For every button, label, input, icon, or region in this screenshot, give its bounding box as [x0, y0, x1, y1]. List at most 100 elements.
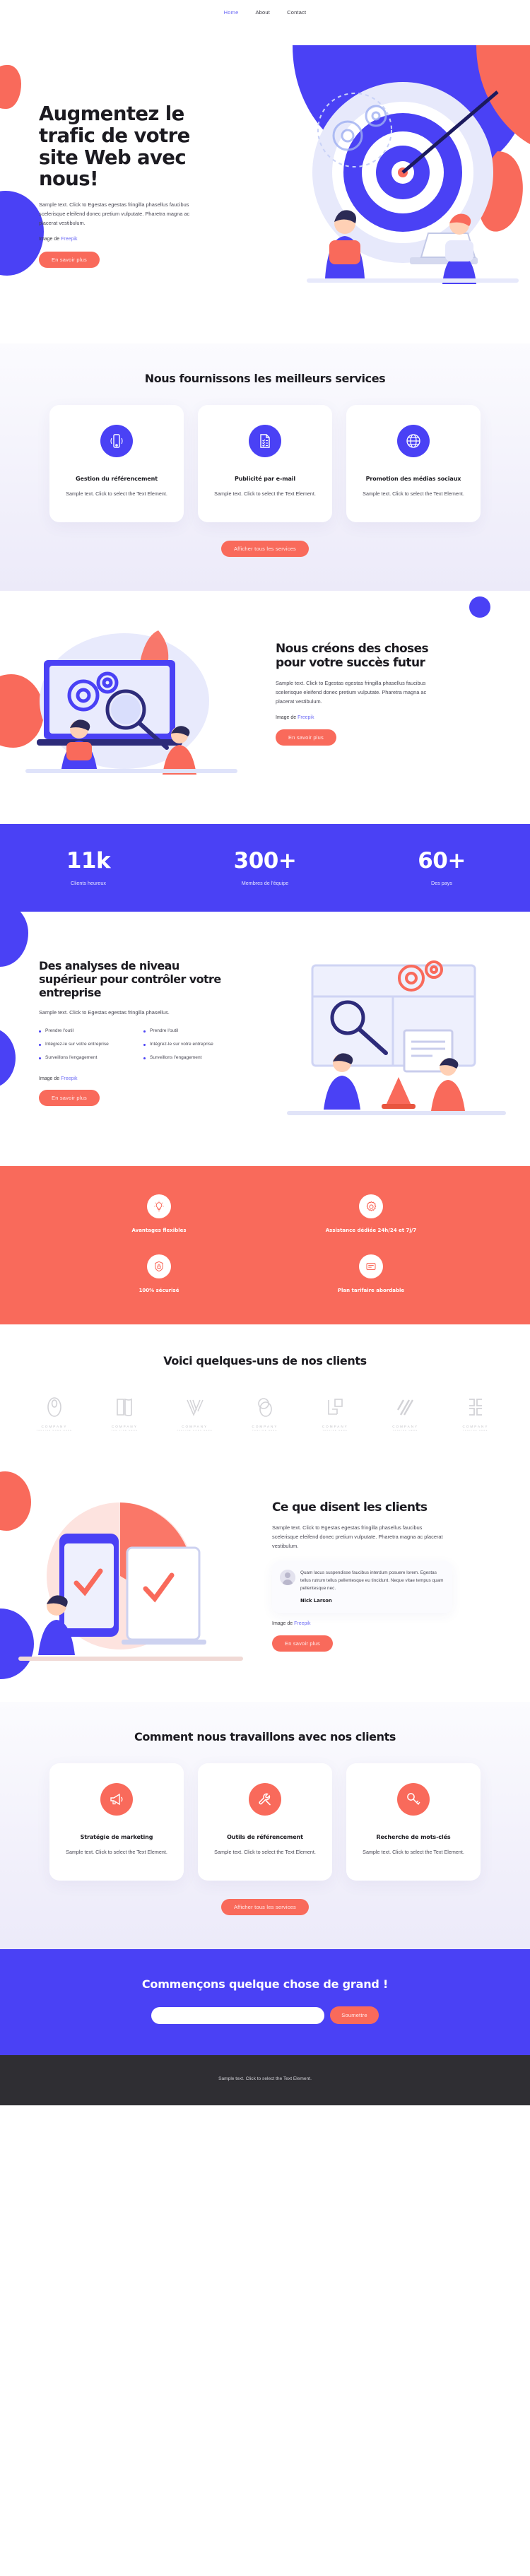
stat-number: 11k — [66, 848, 111, 874]
feature-item: Assistance dédiée 24h/24 et 7j/7 — [279, 1194, 463, 1233]
stats-section: 11k Clients heureux 300+ Membres de l'éq… — [0, 824, 530, 912]
hero-paragraph: Sample text. Click to Egestas egestas fr… — [39, 201, 190, 227]
shield-lock-icon — [147, 1254, 171, 1279]
decorative-blue-blob — [0, 912, 28, 968]
client-tagline: TAGLINE GOES HERE — [36, 1430, 73, 1433]
process-card-title: Recherche de mots-clés — [376, 1834, 451, 1841]
service-card[interactable]: Gestion du référencement Sample text. Cl… — [49, 405, 184, 523]
process-card-text: Sample text. Click to select the Text El… — [214, 1849, 316, 1856]
freepik-link[interactable]: Freepik — [61, 1076, 77, 1081]
client-logo: COMPANY TAGLINE GOES HERE — [168, 1396, 222, 1432]
service-card[interactable]: Publicité par e-mail Sample text. Click … — [198, 405, 332, 523]
hero-cta-button[interactable]: En savoir plus — [39, 252, 100, 269]
price-tag-icon — [359, 1254, 383, 1279]
newsletter-form: Soumettre — [0, 2006, 530, 2025]
freepik-link[interactable]: Freepik — [298, 715, 314, 720]
clients-title: Voici quelques-uns de nos clients — [163, 1354, 367, 1368]
services-section: Nous fournissons les meilleurs services … — [0, 343, 530, 592]
service-card-title: Publicité par e-mail — [234, 476, 296, 482]
testimonial-quote-card: Quam lacus suspendisse faucibus interdum… — [272, 1560, 452, 1613]
feature-item: 100% sécurisé — [67, 1254, 251, 1293]
service-card-text: Sample text. Click to select the Text El… — [66, 490, 167, 497]
services-card-list: Gestion du référencement Sample text. Cl… — [39, 405, 491, 523]
feature-label: 100% sécurisé — [139, 1288, 179, 1294]
process-card[interactable]: Recherche de mots-clés Sample text. Clic… — [346, 1763, 481, 1881]
document-checklist-icon — [249, 425, 281, 457]
avatar — [280, 1569, 295, 1585]
client-name: COMPANY — [111, 1425, 138, 1429]
service-card-title: Promotion des médias sociaux — [365, 476, 461, 482]
gear-icon — [359, 1194, 383, 1219]
client-logo: COMPANY TAGLINE HERE — [379, 1396, 432, 1432]
testimonials-section: Ce que disent les clients Sample text. C… — [0, 1462, 530, 1702]
create-text-block: Nous créons des choses pour votre succès… — [276, 642, 449, 746]
landing-page: Home About Contact Augmentez le trafic d… — [0, 0, 530, 2106]
client-logo: COMPANY TAGLINE HERE — [449, 1396, 502, 1432]
client-name: COMPANY — [462, 1425, 489, 1429]
create-image-credit: Image de Freepik — [276, 715, 449, 720]
credit-prefix: Image de — [39, 1076, 61, 1082]
analytics-section: Des analyses de niveau supérieur pour co… — [0, 912, 530, 1167]
create-cta-button[interactable]: En savoir plus — [276, 729, 336, 746]
analytics-cta-button[interactable]: En savoir plus — [39, 1090, 100, 1107]
client-name: COMPANY — [41, 1425, 68, 1429]
nav-link-about[interactable]: About — [255, 9, 270, 16]
hero-text-block: Augmentez le trafic de votre site Web av… — [39, 102, 208, 269]
decorative-blue-blob — [0, 191, 44, 276]
feature-label: Assistance dédiée 24h/24 et 7j/7 — [325, 1228, 417, 1234]
service-card-text: Sample text. Click to select the Text El… — [214, 490, 316, 497]
nav-link-contact[interactable]: Contact — [287, 9, 306, 16]
client-logo-row: COMPANY TAGLINE GOES HERE COMPANY TAG LI… — [28, 1396, 502, 1432]
nav-link-home[interactable]: Home — [224, 9, 239, 16]
bullet-item: Intégrez-le sur votre entreprise — [39, 1041, 122, 1048]
client-name: COMPANY — [322, 1425, 348, 1429]
client-logo: COMPANY TAG LINE HERE — [98, 1396, 151, 1432]
feature-item: Plan tarifaire abordable — [279, 1254, 463, 1293]
freepik-link[interactable]: Freepik — [294, 1621, 310, 1626]
analytics-bullet-columns: Prendre l'outil Intégrez-le sur votre en… — [39, 1028, 228, 1069]
globe-icon — [397, 425, 430, 457]
testimonials-cta-button[interactable]: En savoir plus — [272, 1635, 333, 1652]
bullet-list-right: Prendre l'outil Intégrez-le sur votre en… — [143, 1028, 227, 1069]
testimonials-image-credit: Image de Freepik — [272, 1621, 452, 1626]
stat-label: Clients heureux — [71, 880, 106, 887]
bullet-list-left: Prendre l'outil Intégrez-le sur votre en… — [39, 1028, 122, 1069]
feature-label: Plan tarifaire abordable — [337, 1288, 405, 1294]
stat-item: 300+ Membres de l'équipe — [194, 848, 336, 886]
services-title: Nous fournissons les meilleurs services — [144, 372, 386, 385]
key-icon — [397, 1783, 430, 1816]
services-cta-button[interactable]: Afficher tous les services — [220, 541, 309, 558]
process-card[interactable]: Stratégie de marketing Sample text. Clic… — [49, 1763, 184, 1881]
stat-label: Membres de l'équipe — [241, 880, 289, 887]
megaphone-icon — [100, 1783, 133, 1816]
bullet-item: Prendre l'outil — [39, 1028, 122, 1035]
credit-prefix: Image de — [39, 237, 61, 242]
stat-number: 300+ — [233, 848, 297, 874]
client-logo: COMPANY TAGLINE HERE — [308, 1396, 362, 1432]
client-name: COMPANY — [392, 1425, 419, 1429]
process-section: Comment nous travaillons avec nos client… — [0, 1702, 530, 1950]
main-navigation: Home About Contact — [0, 0, 530, 24]
submit-button[interactable]: Soumettre — [330, 2006, 379, 2025]
service-card-text: Sample text. Click to select the Text El… — [363, 490, 464, 497]
freepik-link[interactable]: Freepik — [61, 237, 77, 242]
hero-heading: Augmentez le trafic de votre site Web av… — [39, 102, 190, 191]
chevron-lines-mark — [186, 1399, 204, 1417]
feature-item: Avantages flexibles — [67, 1194, 251, 1233]
process-card[interactable]: Outils de référencement Sample text. Cli… — [198, 1763, 332, 1881]
client-name: COMPANY — [252, 1425, 278, 1429]
create-illustration — [18, 623, 245, 786]
process-cta-button[interactable]: Afficher tous les services — [220, 1899, 309, 1916]
testimonials-paragraph: Sample text. Click to Egestas egestas fr… — [272, 1524, 443, 1550]
create-section: Nous créons des choses pour votre succès… — [0, 591, 530, 825]
stat-item: 11k Clients heureux — [18, 848, 159, 886]
squares-corner-mark — [328, 1399, 343, 1416]
client-logo: COMPANY TAGLINE HERE — [238, 1396, 292, 1432]
client-tagline: TAGLINE HERE — [463, 1430, 488, 1433]
bullet-item: Prendre l'outil — [143, 1028, 227, 1035]
client-tagline: TAGLINE HERE — [392, 1430, 418, 1433]
cta-section: Commençons quelque chose de grand ! Soum… — [0, 1949, 530, 2056]
hero-illustration — [264, 45, 530, 310]
service-card[interactable]: Promotion des médias sociaux Sample text… — [346, 405, 481, 523]
email-input[interactable] — [151, 2006, 325, 2024]
